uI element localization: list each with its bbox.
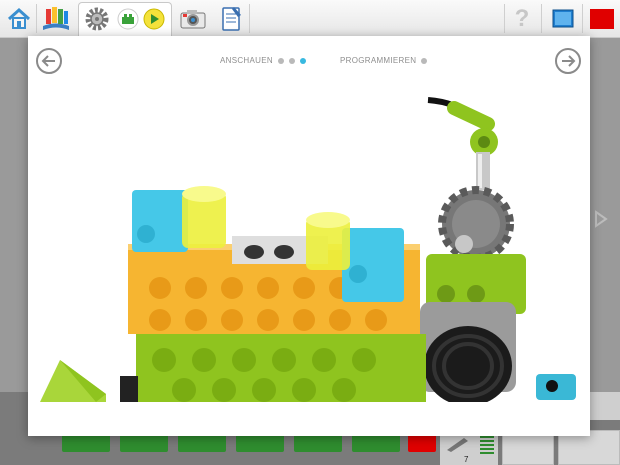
- toolbar-divider: [582, 4, 583, 33]
- blocks-button[interactable]: [117, 3, 139, 34]
- home-button[interactable]: [6, 3, 32, 34]
- notebook-icon: [222, 6, 241, 31]
- gear-tab[interactable]: [82, 3, 112, 34]
- step-dot: [421, 57, 428, 64]
- step-label-program: PROGRAMMIEREN: [340, 56, 417, 65]
- canvas-scroll-right-icon[interactable]: [594, 210, 608, 233]
- green-block-icon: [117, 8, 139, 29]
- project-flags-icon: [43, 6, 69, 30]
- next-button[interactable]: [555, 48, 581, 74]
- stop-icon: [590, 8, 614, 29]
- toolbar-divider: [249, 4, 250, 33]
- step-program[interactable]: PROGRAMMIEREN: [340, 56, 428, 65]
- step-dot: [288, 57, 295, 64]
- palette-side-tab[interactable]: [590, 392, 620, 420]
- help-button[interactable]: ?: [510, 3, 534, 34]
- instruction-modal: ANSCHAUEN PROGRAMMIEREN: [28, 36, 590, 436]
- play-icon: [143, 8, 165, 29]
- toolbar-divider: [541, 4, 542, 33]
- arrow-left-icon: [41, 55, 55, 67]
- level-meter: [480, 436, 494, 454]
- pencil-icon: [447, 438, 468, 452]
- step-dot-active: [299, 57, 306, 64]
- previous-button[interactable]: [36, 48, 62, 74]
- help-icon: ?: [514, 4, 530, 32]
- stop-button[interactable]: [589, 3, 615, 34]
- toolbar-divider: [36, 4, 37, 33]
- arrow-right-icon: [562, 55, 576, 67]
- screen-button[interactable]: [550, 3, 576, 34]
- play-button[interactable]: [143, 3, 165, 34]
- step-label-watch: ANSCHAUEN: [220, 56, 273, 65]
- gear-tab-icon: [85, 7, 109, 30]
- palette-counter: 7: [464, 455, 469, 464]
- screen-icon: [552, 9, 574, 27]
- top-toolbar: ?: [0, 0, 620, 39]
- toolbar-divider: [504, 4, 505, 33]
- step-dot: [277, 57, 284, 64]
- documentation-button[interactable]: [218, 3, 244, 34]
- lego-model-photo: [36, 94, 582, 402]
- camera-icon: [180, 9, 206, 28]
- step-watch[interactable]: ANSCHAUEN: [220, 56, 306, 65]
- projects-button[interactable]: [40, 3, 72, 34]
- camera-button[interactable]: [178, 3, 208, 34]
- home-icon: [7, 7, 31, 29]
